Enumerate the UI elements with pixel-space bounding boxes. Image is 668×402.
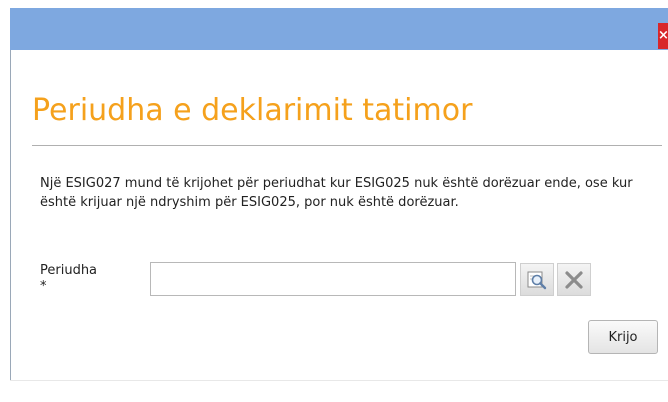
close-icon: ×	[658, 28, 668, 43]
dialog-bottom-border	[10, 380, 668, 381]
dialog-window: × Periudha e deklarimit tatimor Një ESIG…	[0, 0, 668, 402]
close-button[interactable]: ×	[658, 23, 668, 49]
period-field-label: Periudha *	[40, 263, 130, 295]
title-divider	[32, 145, 662, 146]
page-title: Periudha e deklarimit tatimor	[32, 93, 473, 128]
search-icon	[527, 271, 547, 289]
dialog-left-border	[10, 50, 11, 380]
period-input[interactable]	[150, 262, 516, 296]
period-clear-button[interactable]	[557, 263, 591, 296]
required-marker: *	[40, 279, 47, 294]
period-label-text: Periudha	[40, 263, 98, 278]
clear-icon	[565, 270, 583, 289]
create-button[interactable]: Krijo	[588, 320, 658, 354]
dialog-titlebar[interactable]: ×	[10, 8, 668, 50]
description-text: Një ESIG027 mund të krijohet për periudh…	[40, 176, 633, 210]
period-search-button[interactable]	[520, 263, 554, 296]
